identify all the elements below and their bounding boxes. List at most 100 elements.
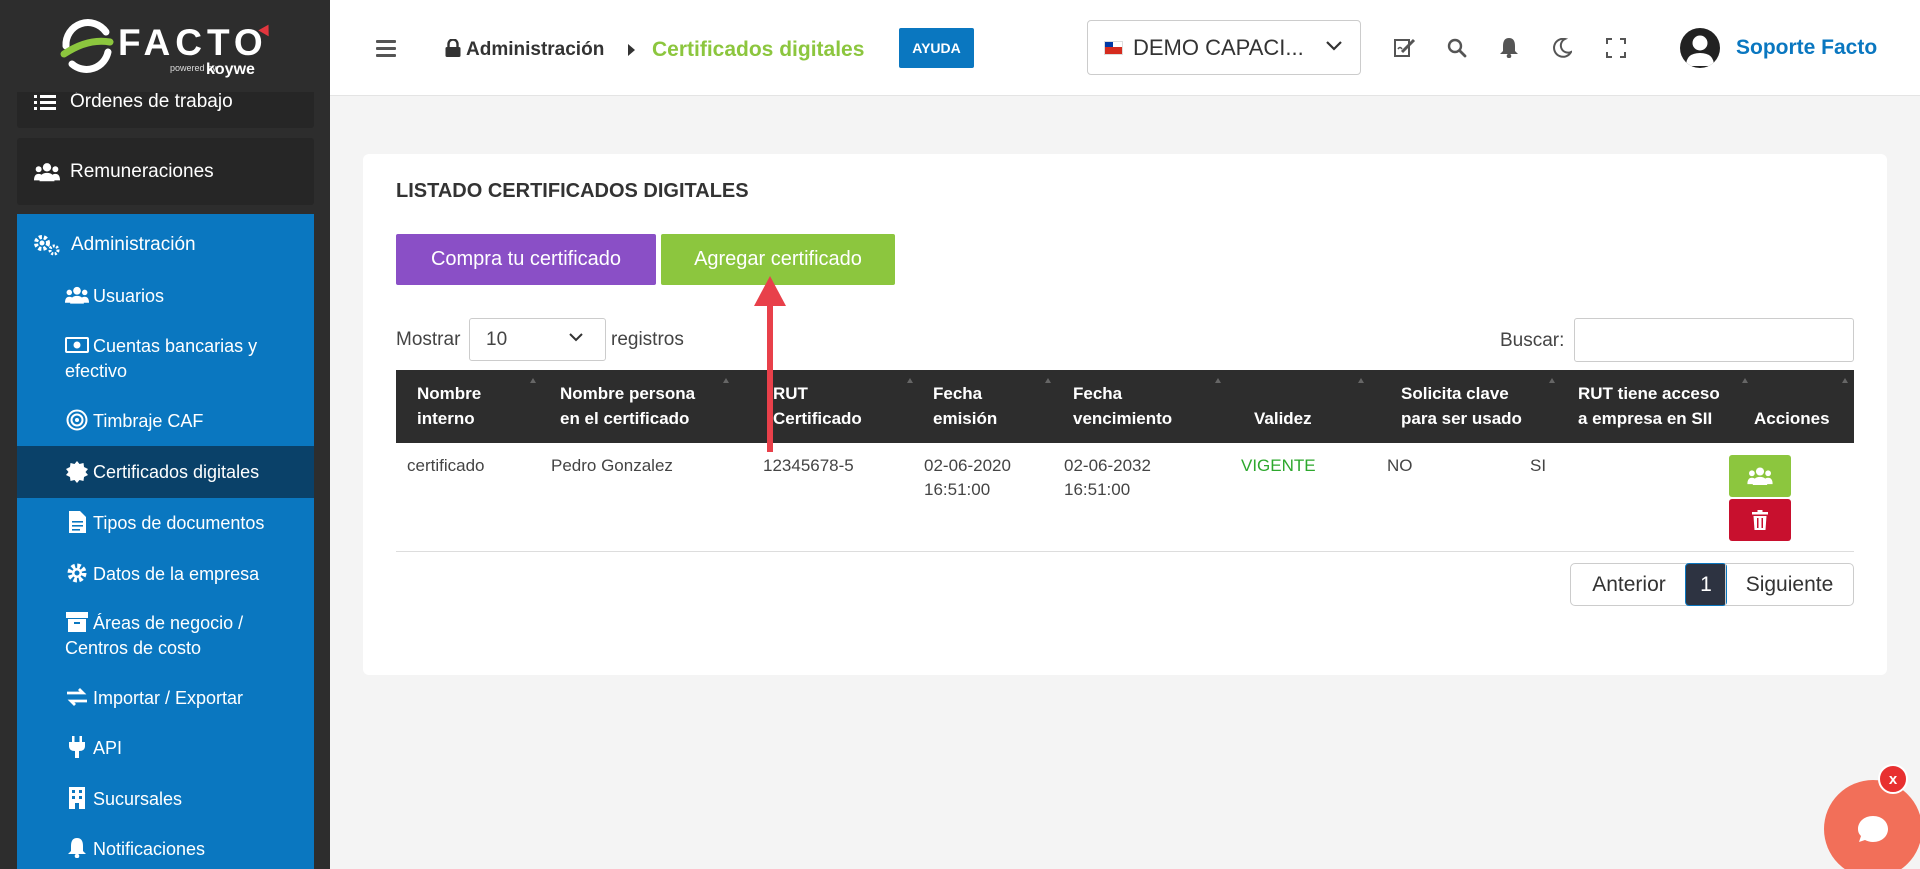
- sidebar-item-api[interactable]: API: [65, 736, 122, 761]
- breadcrumb-parent[interactable]: Administración: [466, 39, 604, 61]
- sidebar-item-label: Timbraje CAF: [93, 411, 204, 431]
- column-label-line2: interno: [417, 409, 475, 428]
- column-fecha-vencimiento[interactable]: Fecha vencimiento: [1073, 370, 1227, 443]
- sort-icon: [530, 378, 536, 383]
- sidebar-item-label: Cuentas bancarias y: [93, 334, 257, 359]
- gears-icon: [33, 234, 63, 256]
- badge-icon: [65, 461, 89, 483]
- records-label: registros: [611, 329, 684, 350]
- page-size-value: 10: [486, 328, 508, 350]
- card-title: LISTADO CERTIFICADOS DIGITALES: [396, 180, 749, 202]
- cell-nombre-persona: Pedro Gonzalez: [551, 456, 673, 475]
- chevron-down-icon: [1326, 41, 1342, 51]
- column-nombre-persona[interactable]: Nombre persona en el certificado: [560, 370, 735, 443]
- bell-icon[interactable]: [1497, 36, 1521, 60]
- help-button[interactable]: AYUDA: [899, 28, 974, 68]
- chile-flag-icon: [1104, 40, 1123, 55]
- sidebar-item-label: API: [93, 738, 123, 758]
- users-icon: [1747, 467, 1773, 485]
- column-label-line2: Acciones: [1754, 409, 1830, 428]
- assign-users-button[interactable]: [1729, 455, 1791, 497]
- sidebar-item-cuentas-line2[interactable]: efectivo: [65, 359, 127, 384]
- signature-icon[interactable]: [1393, 36, 1417, 60]
- search-input[interactable]: [1574, 318, 1854, 362]
- column-label-line2: para ser usado: [1401, 409, 1522, 428]
- sort-icon: [1742, 378, 1748, 383]
- column-label-line1: Fecha: [933, 384, 983, 403]
- cell-solicita-clave: NO: [1387, 456, 1413, 475]
- fullscreen-icon[interactable]: [1604, 36, 1628, 60]
- company-selector[interactable]: DEMO CAPACI...: [1087, 20, 1361, 75]
- column-label-line2: en el certificado: [560, 409, 690, 428]
- sort-icon: [1045, 378, 1051, 383]
- sidebar-item-label: Remuneraciones: [70, 160, 214, 182]
- building-icon: [65, 787, 89, 809]
- delete-button[interactable]: [1729, 499, 1791, 541]
- sidebar-item-label: Datos de la empresa: [93, 564, 260, 584]
- sidebar-item-tipos-documentos[interactable]: Tipos de documentos: [65, 511, 264, 536]
- row-divider: [396, 551, 1854, 552]
- sidebar-item-areas[interactable]: Áreas de negocio /: [65, 611, 243, 636]
- sort-icon: [1215, 378, 1221, 383]
- user-name[interactable]: Soporte Facto: [1736, 36, 1877, 60]
- sidebar-item-label: Importar / Exportar: [93, 688, 244, 708]
- column-solicita-clave[interactable]: Solicita clave para ser usado: [1401, 370, 1561, 443]
- sidebar-item-administracion[interactable]: Administración: [33, 234, 196, 256]
- page-title: Certificados digitales: [652, 38, 865, 61]
- cell-nombre-interno: certificado: [407, 456, 485, 475]
- dark-mode-icon[interactable]: [1550, 36, 1574, 60]
- facto-logo-icon: [60, 19, 114, 73]
- sidebar-item-label: Órdenes de trabajo: [70, 91, 233, 112]
- chat-button[interactable]: [1824, 780, 1920, 869]
- column-validez[interactable]: Validez: [1254, 370, 1370, 443]
- show-label: Mostrar: [396, 329, 461, 350]
- sidebar-item-remuneraciones[interactable]: Remuneraciones: [17, 138, 314, 205]
- sort-icon: [1358, 378, 1364, 383]
- menu-toggle-icon[interactable]: [376, 40, 396, 57]
- sidebar-item-areas-line2[interactable]: Centros de costo: [65, 636, 201, 661]
- pagination-next-button[interactable]: Siguiente: [1725, 563, 1854, 606]
- sidebar-item-label: Tipos de documentos: [93, 513, 265, 533]
- buy-certificate-button[interactable]: Compra tu certificado: [396, 234, 656, 285]
- cell-acceso-sii: SI: [1530, 456, 1547, 475]
- column-rut[interactable]: RUT Certificado: [773, 370, 919, 443]
- column-nombre-interno[interactable]: Nombre interno: [417, 370, 542, 443]
- money-icon: [65, 334, 89, 356]
- column-label-line2: Validez: [1254, 409, 1312, 428]
- cell-time: 16:51:00: [1064, 480, 1131, 499]
- column-label-line1: Fecha: [1073, 384, 1123, 403]
- sidebar-item-notificaciones[interactable]: Notificaciones: [65, 837, 205, 862]
- sort-icon: [723, 378, 729, 383]
- gear-icon: [65, 562, 89, 584]
- status-badge: VIGENTE: [1241, 456, 1316, 475]
- sidebar-item-usuarios[interactable]: Usuarios: [65, 284, 164, 309]
- cell-date: 02-06-2032: [1064, 456, 1151, 475]
- column-label-line2: a empresa en SII: [1578, 409, 1713, 428]
- archive-icon: [65, 611, 89, 633]
- pagination-page-1[interactable]: 1: [1685, 563, 1727, 606]
- chat-close-button[interactable]: x: [1878, 764, 1908, 794]
- avatar[interactable]: [1680, 28, 1720, 68]
- column-fecha-emision[interactable]: Fecha emisión: [933, 370, 1057, 443]
- sidebar-item-certificados[interactable]: Certificados digitales: [17, 446, 314, 498]
- pagination-prev-button[interactable]: Anterior: [1570, 563, 1688, 606]
- page-size-select[interactable]: 10: [469, 318, 606, 361]
- cell-rut: 12345678-5: [763, 456, 854, 475]
- search-icon[interactable]: [1445, 36, 1469, 60]
- cell-time: 16:51:00: [924, 480, 991, 499]
- column-label-line2: vencimiento: [1073, 409, 1173, 428]
- sidebar-item-importar[interactable]: Importar / Exportar: [65, 686, 243, 711]
- cell-date: 02-06-2020: [924, 456, 1011, 475]
- column-acceso-sii[interactable]: RUT tiene acceso a empresa en SII: [1578, 370, 1754, 443]
- sidebar-item-label: Certificados digitales: [93, 461, 260, 482]
- sidebar-item-timbraje[interactable]: Timbraje CAF: [65, 409, 203, 434]
- trash-icon: [1752, 510, 1768, 530]
- column-label-line1: Nombre persona: [560, 384, 696, 403]
- column-acciones: Acciones: [1754, 370, 1854, 443]
- brand-logo[interactable]: FACTO powered by koywe: [0, 0, 330, 92]
- target-icon: [65, 409, 89, 431]
- sidebar-item-datos-empresa[interactable]: Datos de la empresa: [65, 562, 259, 587]
- sidebar-item-sucursales[interactable]: Sucursales: [65, 787, 182, 812]
- sidebar-item-cuentas[interactable]: Cuentas bancarias y: [65, 334, 257, 359]
- breadcrumb-separator-icon: [628, 44, 635, 56]
